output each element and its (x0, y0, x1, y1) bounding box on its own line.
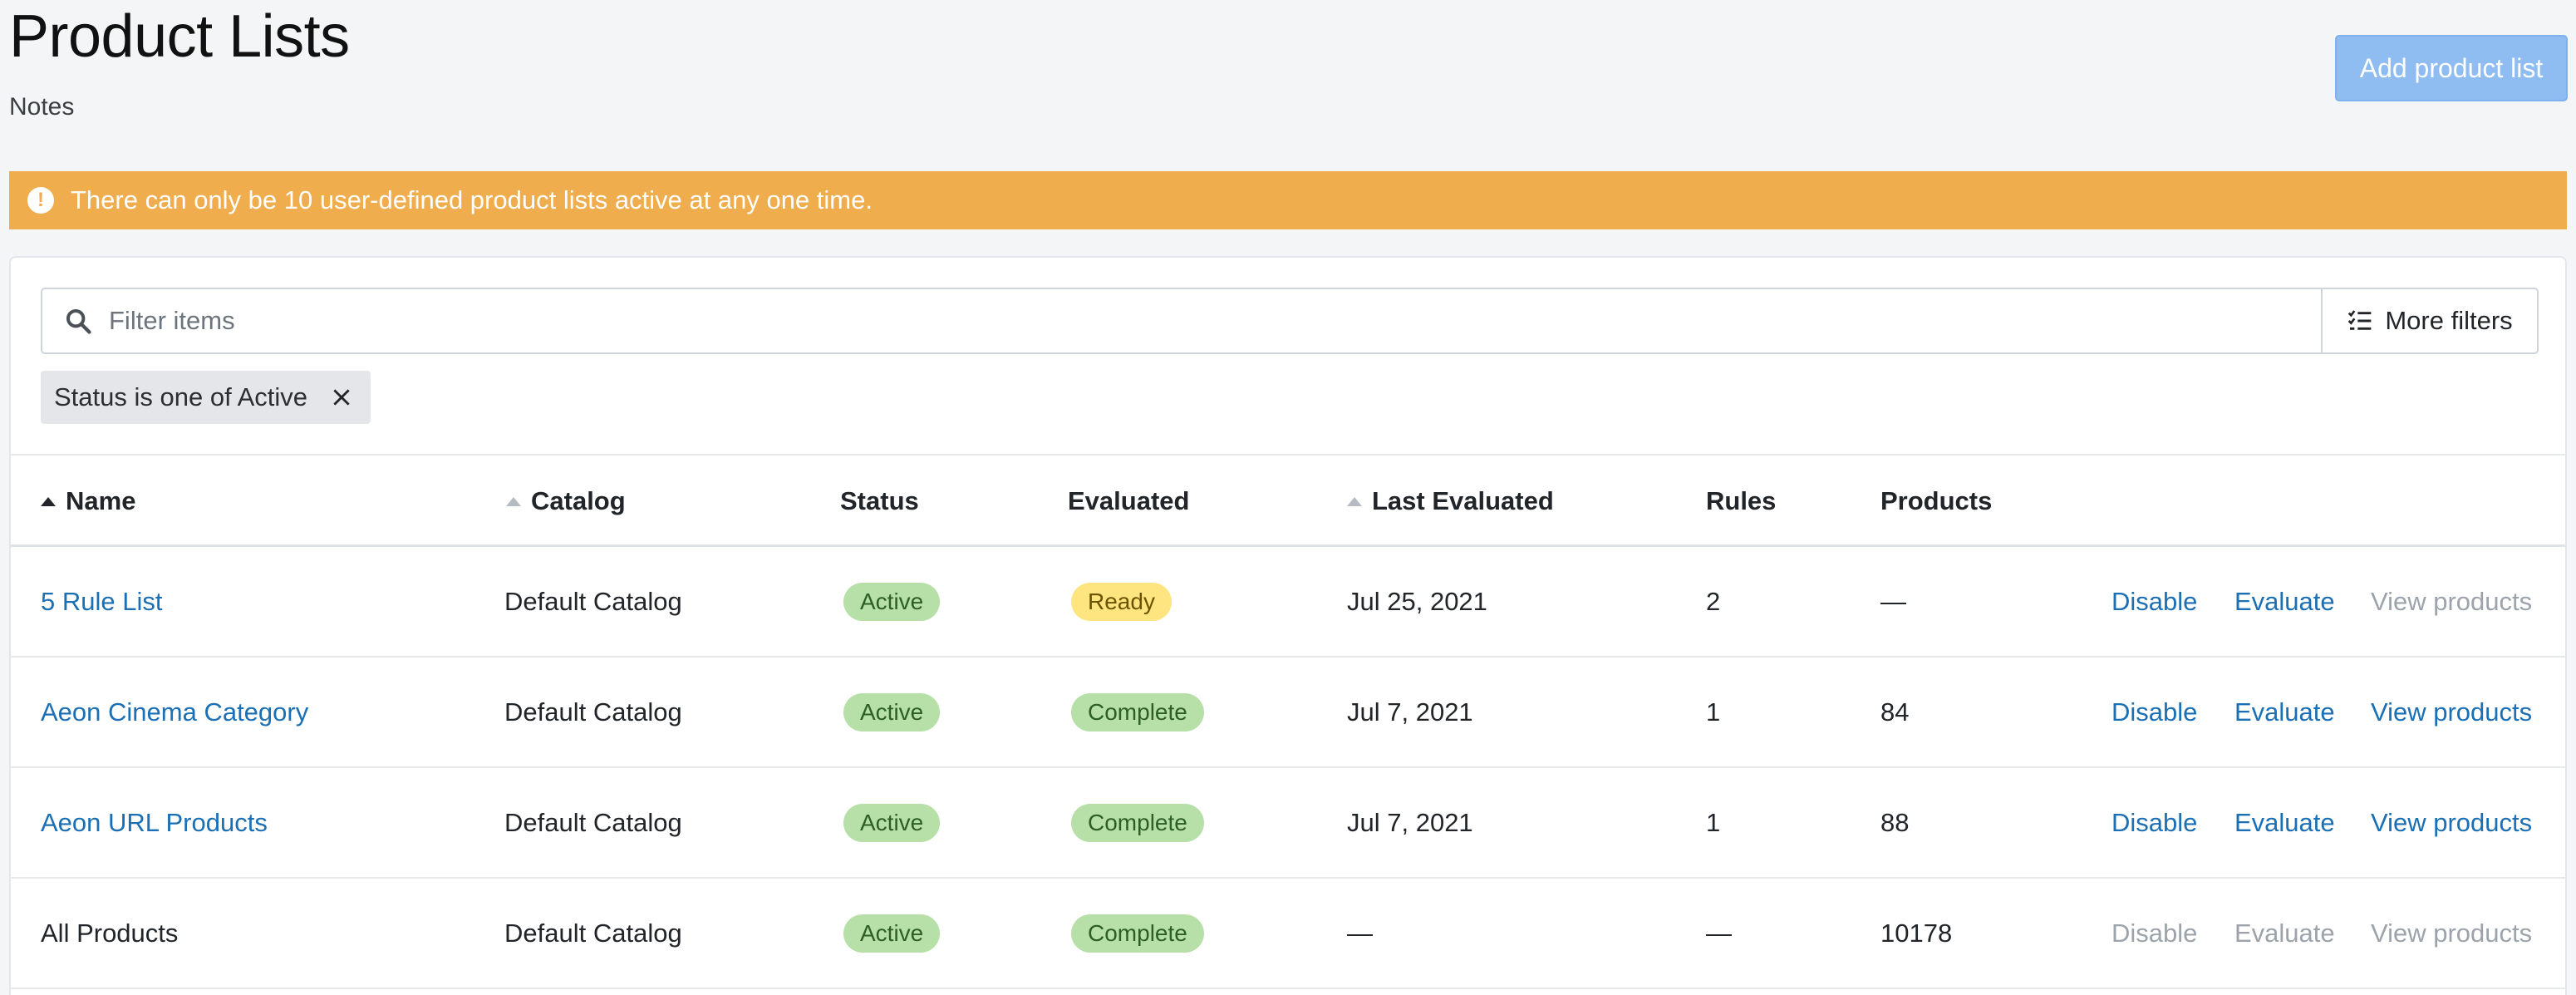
table-row: 5 Rule List Default Catalog Active Ready Jul… (11, 548, 2565, 658)
search-box[interactable] (41, 288, 2321, 354)
rules-cell: — (1706, 919, 1732, 948)
disable-link: Disable (2111, 919, 2198, 948)
product-lists-card: More filters Status is one of Active Nam… (9, 256, 2567, 995)
table-row: Aeon Cinema Category Default Catalog Activ… (11, 658, 2565, 768)
status-cell: Active (843, 769, 941, 877)
disable-link[interactable]: Disable (2111, 769, 2197, 877)
active-filter-label: Status is one of Active (54, 382, 308, 411)
evaluated-badge: Complete (1071, 693, 1204, 731)
rules-cell: 1 (1706, 697, 1721, 727)
status-badge: Active (843, 583, 941, 621)
last-evaluated-cell: Jul 25, 2021 (1347, 587, 1487, 616)
table-header: Name Catalog Status Evaluated Last Evalu… (11, 454, 2565, 547)
disable-link[interactable]: Disable (2111, 548, 2197, 656)
products-cell: 10178 (1880, 919, 1953, 948)
column-header-catalog[interactable]: Catalog (506, 456, 626, 547)
status-cell: Active (843, 879, 941, 988)
status-badge: Active (843, 804, 941, 842)
product-list-name: All Products (41, 919, 179, 948)
rules-cell: 2 (1706, 587, 1721, 616)
evaluated-cell: Complete (1071, 769, 1204, 877)
last-evaluated-cell: Jul 7, 2021 (1347, 697, 1473, 727)
page-title: Product Lists (9, 3, 350, 70)
evaluate-link: Evaluate (2234, 919, 2335, 948)
column-header-evaluated: Evaluated (1068, 456, 1189, 547)
product-list-name[interactable]: 5 Rule List (41, 548, 162, 656)
more-filters-label: More filters (2385, 306, 2513, 335)
disable-link[interactable]: Disable (2111, 658, 2197, 766)
evaluate-link[interactable]: Evaluate (2234, 658, 2335, 766)
status-cell: Active (843, 548, 941, 656)
product-lists-page: Product Lists Notes Add product list ! T… (0, 0, 2576, 995)
page-notes: Notes (9, 93, 75, 121)
column-label: Products (1880, 486, 1993, 515)
catalog-cell: Default Catalog (504, 697, 682, 727)
column-label: Name (66, 486, 136, 515)
evaluated-cell: Complete (1071, 658, 1204, 766)
evaluated-cell: Ready (1071, 548, 1172, 656)
status-badge: Active (843, 914, 941, 953)
catalog-cell: Default Catalog (504, 919, 682, 948)
column-label: Status (840, 486, 919, 515)
sort-icon (506, 496, 521, 506)
column-header-name[interactable]: Name (41, 456, 135, 547)
status-cell: Active (843, 658, 941, 766)
limit-alert: ! There can only be 10 user-defined prod… (9, 171, 2567, 229)
more-filters-button[interactable]: More filters (2321, 288, 2539, 354)
rules-cell: 1 (1706, 808, 1721, 837)
status-badge: Active (843, 693, 941, 731)
evaluated-badge: Ready (1071, 583, 1172, 621)
close-icon[interactable] (331, 387, 352, 408)
active-filter-chip: Status is one of Active (41, 371, 371, 424)
column-label: Last Evaluated (1372, 486, 1554, 515)
alert-message: There can only be 10 user-defined produc… (71, 185, 873, 214)
evaluated-badge: Complete (1071, 804, 1204, 842)
evaluate-link[interactable]: Evaluate (2234, 548, 2335, 656)
exclamation-circle-icon: ! (27, 187, 54, 214)
view-products-link: View products (2371, 919, 2533, 948)
products-cell: — (1880, 587, 1906, 616)
view-products-link[interactable]: View products (2371, 658, 2532, 766)
products-cell: 88 (1880, 808, 1910, 837)
search-input[interactable] (109, 306, 2321, 336)
evaluated-cell: Complete (1071, 879, 1204, 988)
filter-bar: More filters (41, 288, 2539, 354)
view-products-link: View products (2371, 587, 2533, 616)
column-header-last-evaluated[interactable]: Last Evaluated (1347, 456, 1554, 547)
column-header-status: Status (840, 456, 919, 547)
last-evaluated-cell: Jul 7, 2021 (1347, 808, 1473, 837)
column-label: Catalog (531, 486, 626, 515)
table-row: Aeon URL Products Default Catalog Active Co… (11, 769, 2565, 879)
catalog-cell: Default Catalog (504, 808, 682, 837)
product-list-name[interactable]: Aeon Cinema Category (41, 658, 308, 766)
sort-icon (1347, 496, 1362, 506)
view-products-link[interactable]: View products (2371, 769, 2532, 877)
column-header-products: Products (1880, 456, 1992, 547)
products-cell: 84 (1880, 697, 1910, 727)
column-label: Rules (1706, 486, 1777, 515)
evaluated-badge: Complete (1071, 914, 1204, 953)
sort-ascending-icon (41, 496, 56, 506)
add-product-list-button[interactable]: Add product list (2335, 35, 2568, 101)
column-header-rules: Rules (1706, 456, 1776, 547)
catalog-cell: Default Catalog (504, 587, 682, 616)
search-icon (66, 308, 91, 334)
last-evaluated-cell: — (1347, 919, 1373, 948)
evaluate-link[interactable]: Evaluate (2234, 769, 2335, 877)
column-label: Evaluated (1068, 486, 1190, 515)
filter-list-icon (2348, 310, 2372, 330)
table-row: All Products Default Catalog Active Complet… (11, 879, 2565, 989)
product-list-name[interactable]: Aeon URL Products (41, 769, 268, 877)
